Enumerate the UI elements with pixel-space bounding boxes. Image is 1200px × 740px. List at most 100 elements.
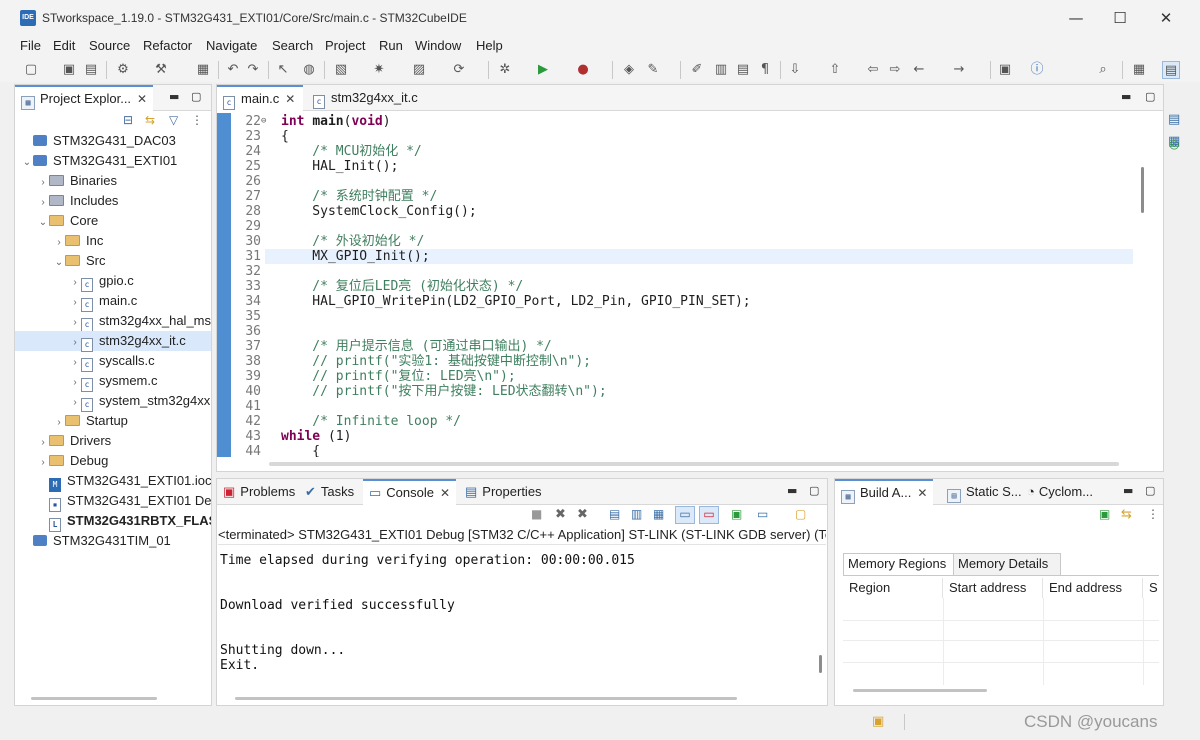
tree-item-src[interactable]: ⌄ Src	[15, 251, 106, 271]
minimize-view-icon[interactable]: ▬	[1121, 90, 1131, 103]
pin-icon[interactable]: ▣	[1099, 507, 1110, 521]
menu-help[interactable]: Help	[476, 38, 503, 53]
menu-edit[interactable]: Edit	[53, 38, 75, 53]
tree-item-exti01[interactable]: ⌄ STM32G431_EXTI01	[15, 151, 178, 171]
pointer-icon[interactable]: ↖	[274, 61, 292, 79]
open-perspective-icon[interactable]: ◈	[620, 61, 638, 79]
redo-icon[interactable]: ↷	[244, 61, 262, 79]
close-button[interactable]: ✕	[1156, 8, 1176, 28]
mark-icon[interactable]: ▤	[734, 61, 752, 79]
open-perspective-list-icon[interactable]: ▦	[1130, 61, 1148, 79]
vertical-scrollbar[interactable]	[819, 655, 822, 673]
minimize-button[interactable]: —	[1066, 8, 1086, 28]
menu-source[interactable]: Source	[89, 38, 130, 53]
tree-item-debug-launch[interactable]: ▪ STM32G431_EXTI01 Deb	[15, 491, 211, 512]
column-header-size[interactable]: S	[1143, 578, 1159, 598]
pin-console-icon[interactable]: ▣	[731, 507, 742, 521]
maximize-button[interactable]: ☐	[1110, 8, 1130, 28]
debug-bug-icon[interactable]: ✲	[496, 61, 514, 79]
wand-icon[interactable]: ✎	[644, 61, 662, 79]
horizontal-scrollbar[interactable]	[853, 689, 987, 692]
save-all-icon[interactable]: ▤	[82, 61, 100, 79]
maximize-view-icon[interactable]: ▢	[1145, 484, 1155, 497]
close-icon[interactable]: ✕	[917, 486, 927, 500]
tab-properties[interactable]: ▤ Properties	[459, 479, 548, 505]
progress-icon[interactable]: ▣	[872, 714, 884, 729]
forward-edit-icon[interactable]: ⇨	[886, 61, 904, 79]
menu-run[interactable]: Run	[379, 38, 403, 53]
tab-stm32g4xx-it[interactable]: c stm32g4xx_it.c	[307, 85, 424, 111]
refresh-icon[interactable]: ⇆	[1121, 507, 1132, 522]
tab-main-c[interactable]: c main.c ✕	[217, 85, 303, 111]
view-menu-icon[interactable]: ⋮	[191, 113, 203, 127]
menu-search[interactable]: Search	[272, 38, 313, 53]
remove-all-icon[interactable]: ✖	[577, 507, 588, 522]
tab-static-stack[interactable]: ▤ Static S...	[941, 479, 1028, 505]
open-type-icon[interactable]: ✷	[370, 61, 388, 79]
target-icon[interactable]: ◎	[1169, 137, 1179, 151]
build-hammer-icon[interactable]: ⚒	[152, 61, 170, 79]
highlight-icon[interactable]: ✐	[688, 61, 706, 79]
save-icon[interactable]: ▣	[60, 61, 78, 79]
tree-item-binaries[interactable]: › Binaries	[15, 171, 117, 191]
tab-problems[interactable]: ▣ Problems	[217, 479, 301, 505]
maximize-view-icon[interactable]: ▢	[1145, 90, 1155, 103]
last-edit-icon[interactable]: ⇦	[864, 61, 882, 79]
column-header-region[interactable]: Region	[843, 578, 943, 598]
minimize-view-icon[interactable]: ▬	[787, 484, 797, 497]
menu-project[interactable]: Project	[325, 38, 365, 53]
horizontal-scrollbar[interactable]	[269, 462, 1119, 466]
forward-icon[interactable]: →	[950, 61, 968, 79]
terminate-icon[interactable]: ■	[531, 507, 542, 521]
tree-item-sysmem[interactable]: › c sysmem.c	[15, 371, 158, 392]
link-editor-icon[interactable]: ⇆	[145, 113, 155, 127]
minimize-view-icon[interactable]: ▬	[169, 90, 179, 103]
maximize-view-icon[interactable]: ▢	[191, 90, 201, 103]
tree-item-main-c[interactable]: › c main.c	[15, 291, 137, 312]
tab-console[interactable]: ▭ Console ✕	[363, 479, 457, 505]
close-icon[interactable]: ✕	[137, 92, 147, 106]
prev-annotation-icon[interactable]: ⇧	[826, 61, 844, 79]
block-icon[interactable]: ▥	[712, 61, 730, 79]
tab-memory-regions[interactable]: Memory Regions	[843, 553, 955, 575]
tree-item-debug[interactable]: › Debug	[15, 451, 108, 471]
search-icon[interactable]: ⌕	[1094, 61, 1112, 79]
new-source-icon[interactable]: ▨	[410, 61, 428, 79]
c-cpp-perspective-icon[interactable]: ▤	[1162, 61, 1180, 79]
tree-item-system-stm32[interactable]: › c system_stm32g4xx.	[15, 391, 211, 412]
tree-item-inc[interactable]: › Inc	[15, 231, 103, 251]
close-icon[interactable]: ✕	[440, 486, 450, 500]
collapse-all-icon[interactable]: ⊟	[123, 113, 133, 127]
open-console-icon[interactable]: ▢	[795, 507, 806, 521]
settings-gear-icon[interactable]: ⚙	[114, 61, 132, 79]
tree-item-startup[interactable]: › Startup	[15, 411, 128, 431]
tab-tasks[interactable]: ✔ Tasks	[299, 479, 360, 505]
tree-item-hal-msp[interactable]: › c stm32g4xx_hal_msp	[15, 311, 211, 332]
tree-item-linker-script[interactable]: L STM32G431RBTX_FLASH	[15, 511, 211, 532]
tab-memory-details[interactable]: Memory Details	[953, 553, 1061, 575]
tree-item-tim01[interactable]: STM32G431TIM_01	[15, 531, 171, 551]
menu-file[interactable]: File	[20, 38, 41, 53]
menu-window[interactable]: Window	[415, 38, 461, 53]
vertical-scrollbar[interactable]	[1141, 167, 1144, 213]
clear-console-icon[interactable]: ▤	[609, 507, 620, 521]
tree-item-syscalls[interactable]: › c syscalls.c	[15, 351, 155, 372]
scroll-lock-icon[interactable]: ▥	[631, 507, 642, 521]
console-output[interactable]: Time elapsed during verifying operation:…	[217, 547, 817, 687]
column-header-start-address[interactable]: Start address	[943, 578, 1043, 598]
horizontal-scrollbar[interactable]	[235, 697, 737, 700]
tab-project-explorer[interactable]: ▦ Project Explor... ✕	[15, 85, 154, 111]
outline-icon[interactable]: ▤	[1168, 112, 1180, 127]
tree-item-gpio-c[interactable]: › c gpio.c	[15, 271, 134, 292]
tree-item-drivers[interactable]: › Drivers	[15, 431, 111, 451]
tree-item-dac03[interactable]: STM32G431_DAC03	[15, 131, 176, 151]
tree-item-ioc[interactable]: M STM32G431_EXTI01.ioc	[15, 471, 211, 492]
menu-refactor[interactable]: Refactor	[143, 38, 192, 53]
external-tools-icon[interactable]: ●	[574, 61, 592, 79]
back-icon[interactable]: ←	[910, 61, 928, 79]
horizontal-scrollbar[interactable]	[31, 697, 157, 700]
tab-cyclomatic[interactable]: ◔ Cyclom...	[1021, 479, 1099, 505]
tree-item-includes[interactable]: › Includes	[15, 191, 118, 211]
tree-item-core[interactable]: ⌄ Core	[15, 211, 98, 231]
close-icon[interactable]: ✕	[285, 92, 295, 106]
